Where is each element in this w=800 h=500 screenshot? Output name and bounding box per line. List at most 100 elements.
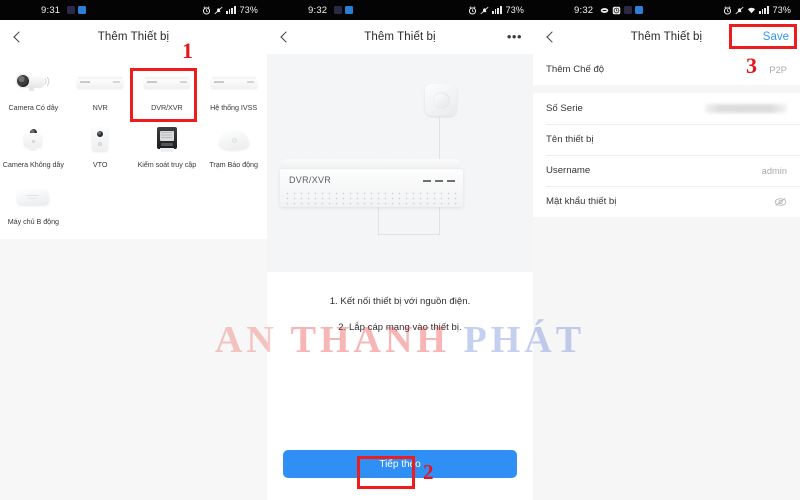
back-chevron-icon[interactable] [544, 30, 558, 44]
clock-circle-icon [613, 6, 621, 14]
app-square-blue-icon [635, 6, 644, 14]
device-type-body: Camera Có dây NVR DVR/XVR Hệ thống IVSS … [0, 54, 267, 500]
device-type-label: Camera Không dây [2, 159, 64, 169]
back-chevron-icon[interactable] [278, 30, 292, 44]
wifi-icon [748, 7, 756, 13]
nvr-rack-icon [77, 66, 124, 100]
alarm-clock-icon [203, 5, 211, 15]
instruction-steps: 1. Kết nối thiết bị với nguồn điện. 2. L… [267, 272, 533, 348]
app-square-blue-icon [78, 6, 87, 14]
grid-row: Camera Có dây NVR DVR/XVR Hệ thống IVSS [0, 60, 267, 117]
status-bar-system-icons: 73% [723, 5, 791, 15]
device-type-camera-co-day[interactable]: Camera Có dây [0, 60, 67, 117]
next-button[interactable]: Tiếp theo [283, 450, 517, 478]
form-row-ten-thiet-bi[interactable]: Tên thiết bị [533, 124, 800, 155]
device-form-body: Thêm Chế độ P2P Số Serie Tên thiết bị Us… [533, 54, 800, 500]
bullet-camera-icon [13, 66, 53, 100]
power-cable-drop [378, 206, 379, 236]
dvr-indicator-dashes [423, 180, 455, 182]
bell-muted-icon [480, 6, 489, 14]
device-type-label: Hệ thống IVSS [210, 103, 258, 112]
status-bar-notification-icons [600, 6, 644, 15]
dvr-rack-icon [143, 66, 190, 100]
form-row-label: Số Serie [546, 103, 583, 114]
device-type-kiem-soat-truy-cap[interactable]: Kiểm soát truy cập [134, 117, 201, 174]
page-title: Thêm Thiết bị [97, 31, 170, 43]
dvr-device-illustration: DVR/XVR [280, 159, 463, 209]
instruction-step: 1. Kết nối thiết bị với nguồn điện. [329, 296, 471, 307]
dvr-device-label: DVR/XVR [289, 175, 332, 185]
connect-device-body: DVR/XVR 1. Kết nối thiết bị với nguồn đi… [267, 54, 533, 500]
device-type-tram-bao-dong[interactable]: Trạm Báo động [200, 117, 267, 174]
form-row-mat-khau-thiet-bi[interactable]: Mật khẩu thiết bị [533, 186, 800, 217]
vto-doorstation-icon [92, 123, 109, 157]
device-type-label: VTO [92, 159, 108, 169]
form-bottom-spacer [533, 217, 800, 225]
screenshot-stage: 9:31 73% Thêm Thiết bị Camera Có dây NVR… [0, 0, 800, 500]
next-button-area: Tiếp theo [267, 450, 533, 500]
status-bar-system-icons: 73% [202, 5, 258, 15]
status-bar-time: 9:31 [41, 4, 61, 16]
more-options-icon[interactable]: ••• [507, 30, 522, 43]
battery-percent: 73% [772, 5, 791, 15]
signal-bars-icon [759, 6, 769, 14]
phone-screen-connect-device: 9:32 73% Thêm Thiết bị ••• DVR/XVR 1. Kế… [267, 0, 533, 500]
device-type-dvr-xvr[interactable]: DVR/XVR [134, 60, 201, 117]
back-chevron-icon[interactable] [11, 30, 25, 44]
ivss-rack-icon [210, 66, 257, 100]
signal-bars-icon [226, 6, 236, 14]
title-bar: Thêm Thiết bị ••• [267, 20, 533, 54]
phone-screen-device-type-list: 9:31 73% Thêm Thiết bị Camera Có dây NVR… [0, 0, 267, 500]
device-type-camera-khong-day[interactable]: Camera Không dây [0, 117, 67, 174]
empty-area [0, 238, 267, 500]
title-bar: Thêm Thiết bị [0, 20, 267, 54]
power-outlet-icon [425, 84, 457, 116]
page-title: Thêm Thiết bị [630, 31, 703, 43]
form-row-label: Username [546, 165, 591, 176]
app-square-dark-icon [67, 6, 76, 14]
save-button[interactable]: Save [763, 31, 789, 43]
form-row-them-che-do[interactable]: Thêm Chế độ P2P [533, 54, 800, 85]
dvr-vent-holes [284, 191, 459, 205]
server-icon [17, 180, 50, 214]
device-type-grid: Camera Có dây NVR DVR/XVR Hệ thống IVSS … [0, 54, 267, 239]
alarm-clock-icon [469, 5, 477, 15]
power-cable-horizontal [378, 234, 440, 235]
serial-number-redacted-value [705, 104, 787, 113]
device-type-may-chu-b-dong[interactable]: Máy chủ B động [0, 174, 67, 231]
app-square-dark-icon [624, 6, 633, 14]
status-bar-notification-icons [334, 6, 354, 14]
battery-percent: 73% [239, 5, 258, 15]
battery-percent: 73% [505, 5, 524, 15]
device-type-label: NVR [92, 103, 108, 112]
device-connection-illustration: DVR/XVR [267, 54, 533, 272]
access-control-icon [156, 123, 178, 157]
device-type-label: Máy chủ B động [7, 216, 59, 226]
password-visibility-eye-icon[interactable] [774, 197, 787, 207]
device-type-vto[interactable]: VTO [67, 117, 134, 174]
signal-bars-icon [492, 6, 502, 14]
device-type-he-thong-ivss[interactable]: Hệ thống IVSS [200, 60, 267, 117]
status-bar-time: 9:32 [574, 4, 594, 16]
status-bar-time: 9:32 [308, 4, 328, 16]
phone-screen-device-details-form: 9:32 73% Thêm Thiết bị Save Thêm Chế độ … [533, 0, 800, 500]
status-bar: 9:32 73% [533, 0, 800, 20]
status-bar: 9:32 73% [267, 0, 533, 20]
title-bar: Thêm Thiết bị Save [533, 20, 800, 54]
form-row-label: Mật khẩu thiết bị [546, 196, 617, 207]
form-section-spacer [533, 85, 800, 93]
form-row-value: admin [761, 165, 787, 176]
device-type-label: Kiểm soát truy cập [137, 159, 197, 169]
device-type-label: DVR/XVR [151, 103, 183, 112]
form-card-mode: Thêm Chế độ P2P [533, 54, 800, 85]
device-type-label: Camera Có dây [8, 103, 59, 112]
form-row-value: P2P [769, 64, 787, 75]
form-row-username[interactable]: Username admin [533, 155, 800, 186]
app-square-blue-icon [345, 6, 354, 14]
page-title: Thêm Thiết bị [364, 31, 436, 43]
app-square-dark-icon [334, 6, 343, 14]
form-row-label: Tên thiết bị [546, 134, 594, 145]
form-card-details: Số Serie Tên thiết bị Username admin Mật… [533, 93, 800, 217]
device-type-nvr[interactable]: NVR [67, 60, 134, 117]
form-row-so-serie[interactable]: Số Serie [533, 93, 800, 124]
